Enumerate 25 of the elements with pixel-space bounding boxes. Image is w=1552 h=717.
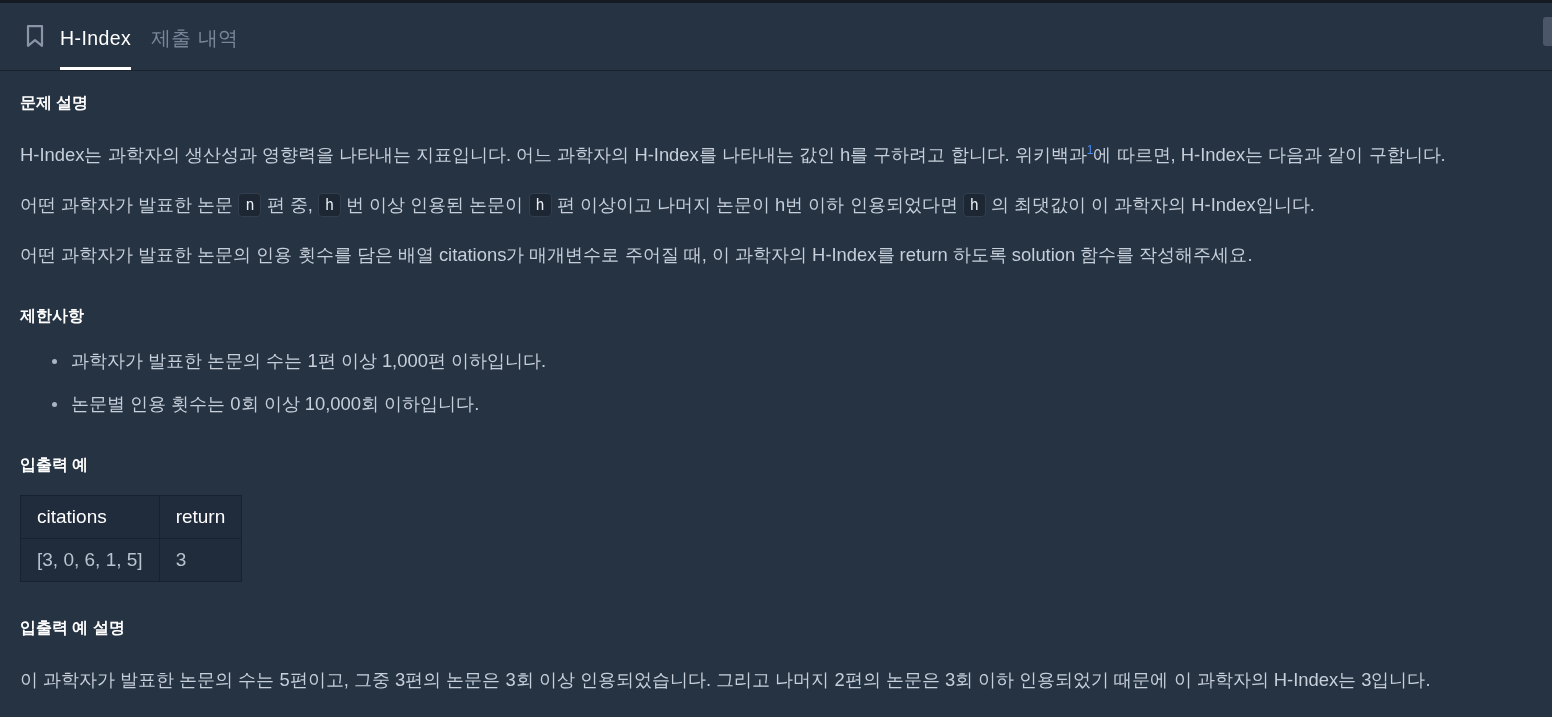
table-header-cell: citations (20, 495, 160, 539)
table-cell: 3 (159, 538, 242, 582)
paragraph: 어떤 과학자가 발표한 논문의 인용 횟수를 담은 배열 citations가 매개변수로 주어질 때, 이 과학자의 H-Index를 return 하도록 solution 함수를 작성해주세요. (20, 243, 1254, 267)
bullet-icon (52, 358, 57, 364)
list-item-text: 논문별 인용 횟수는 0회 이상 10,000회 이하입니다. (71, 392, 480, 416)
table-header-cell: return (159, 495, 242, 539)
tab[interactable]: H-Index (60, 5, 132, 70)
inline-code: h (317, 192, 341, 217)
section-heading: 문제 설명 (20, 93, 90, 113)
footnote-link[interactable]: 1 (1086, 142, 1094, 157)
paragraph: H-Index는 과학자의 생산성과 영향력을 나타내는 지표입니다. 어느 과학자의 H-Index를 나타내는 값인 h를 구하려고 합니다. 위키백과$^{1}$에 따르면, H-Index는 다음과 같이 구합니다. (20, 141, 1447, 167)
section-heading: 제한사항 (20, 306, 85, 326)
inline-code: h (962, 192, 986, 217)
section-heading: 입출력 예 설명 (20, 618, 126, 638)
table-cell: [3, 0, 6, 1, 5] (20, 538, 160, 582)
inline-code: n (238, 192, 262, 217)
scrollbar-thumb[interactable] (1543, 17, 1552, 46)
paragraph: 이 과학자가 발표한 논문의 수는 5편이고, 그중 3편의 논문은 3회 이상 인용되었습니다. 그리고 나머지 2편의 논문은 3회 이하 인용되었기 때문에 이 과학자의 H-Index는 3입니다. (20, 668, 1432, 692)
bookmark-icon (24, 24, 46, 47)
bullet-icon (52, 401, 57, 407)
section-heading: 입출력 예 (20, 455, 90, 475)
inline-code: h (528, 192, 552, 217)
tab[interactable]: 제출 내역 (151, 5, 239, 70)
list-item-text: 과학자가 발표한 논문의 수는 1편 이상 1,000편 이하입니다. (71, 349, 547, 373)
paragraph: 어떤 과학자가 발표한 논문 n 편 중, h 번 이상 인용된 논문이 h 편 이상이고 나머지 논문이 h번 이하 인용되었다면 h 의 최댓값이 이 과학자의 H-Index입니다. (20, 191, 1316, 219)
